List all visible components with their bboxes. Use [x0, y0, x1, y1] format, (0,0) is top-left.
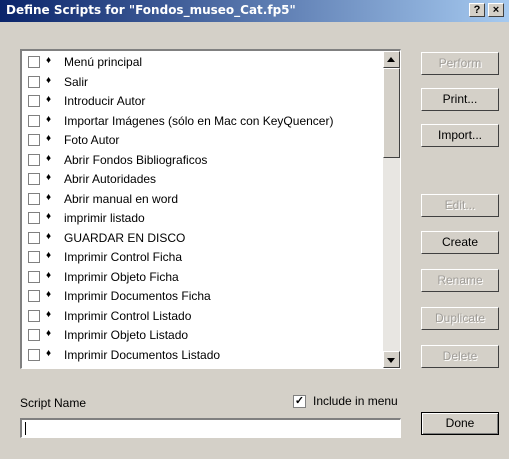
delete-button[interactable]: Delete: [421, 345, 499, 368]
script-row-label: Imprimir Objeto Ficha: [64, 269, 179, 284]
script-row[interactable]: ♦ Abrir Autoridades: [22, 170, 380, 190]
close-button[interactable]: ×: [488, 3, 504, 17]
script-row[interactable]: ♦ Abrir manual en word: [22, 190, 380, 210]
script-row-checkbox[interactable]: [28, 329, 40, 341]
script-row-checkbox[interactable]: [28, 56, 40, 68]
scroll-down-arrow-icon: [387, 358, 395, 363]
scroll-thumb[interactable]: [383, 68, 400, 158]
reorder-handle-icon[interactable]: ♦: [46, 153, 51, 164]
reorder-handle-icon[interactable]: ♦: [46, 250, 51, 261]
scroll-up-button[interactable]: [383, 51, 400, 68]
script-row[interactable]: ♦ Imprimir Objeto Listado: [22, 326, 380, 346]
reorder-handle-icon[interactable]: ♦: [46, 211, 51, 222]
define-scripts-dialog: Define Scripts for "Fondos_museo_Cat.fp5…: [0, 0, 509, 459]
reorder-handle-icon[interactable]: ♦: [46, 55, 51, 66]
script-row-checkbox[interactable]: [28, 309, 40, 322]
script-row-label: Salir: [64, 74, 89, 89]
script-row-label: Abrir Autoridades: [64, 172, 157, 186]
script-row-label: Foto Autor: [64, 133, 120, 147]
script-row-label: imprimir listado: [64, 211, 145, 225]
reorder-handle-icon[interactable]: ♦: [46, 192, 51, 203]
script-row[interactable]: ♦ Menú principal: [22, 53, 380, 73]
create-button[interactable]: Create: [421, 231, 499, 254]
window-title: Define Scripts for "Fondos_museo_Cat.fp5…: [6, 3, 296, 17]
script-row-label: Abrir manual en word: [64, 191, 179, 206]
script-row-label: Imprimir Objeto Listado: [64, 328, 189, 342]
script-row[interactable]: ♦ imprimir listado: [22, 209, 380, 229]
title-bar: Define Scripts for "Fondos_museo_Cat.fp5…: [0, 0, 509, 22]
script-row-label: Imprimir Control Ficha: [64, 250, 183, 264]
script-row-checkbox[interactable]: [28, 95, 40, 107]
include-in-menu-label: Include in menu: [313, 394, 398, 408]
reorder-handle-icon[interactable]: ♦: [46, 114, 51, 125]
script-row-label: Menú principal: [64, 55, 143, 69]
script-row[interactable]: ♦ Imprimir Documentos Listado: [22, 346, 380, 366]
script-row[interactable]: ♦ Salir: [22, 73, 380, 93]
print-button[interactable]: Print...: [421, 88, 499, 111]
perform-button[interactable]: Perform: [421, 52, 499, 75]
script-name-label: Script Name: [20, 396, 87, 410]
script-row-checkbox[interactable]: [28, 75, 40, 88]
script-row[interactable]: ♦ Abrir Fondos Bibliograficos: [22, 151, 380, 171]
script-row[interactable]: ♦ Imprimir Documentos Ficha: [22, 287, 380, 307]
script-row-checkbox[interactable]: [28, 173, 40, 185]
script-row-label: GUARDAR EN DISCO: [64, 230, 186, 245]
script-row-checkbox[interactable]: [28, 153, 40, 166]
edit-button[interactable]: Edit...: [421, 194, 499, 217]
done-button[interactable]: Done: [421, 412, 499, 435]
script-row[interactable]: ♦ Foto Autor: [22, 131, 380, 151]
script-row-label: Imprimir Documentos Listado: [64, 347, 221, 362]
script-row-label: Importar Imágenes (sólo en Mac con KeyQu…: [64, 113, 334, 128]
script-row[interactable]: ♦ Imprimir Objeto Ficha: [22, 268, 380, 288]
script-row-label: Abrir Fondos Bibliograficos: [64, 152, 208, 167]
script-row[interactable]: ♦ Introducir Autor: [22, 92, 380, 112]
script-row-label: Introducir Autor: [64, 94, 146, 108]
reorder-handle-icon[interactable]: ♦: [46, 289, 51, 300]
import-button[interactable]: Import...: [421, 124, 499, 147]
reorder-handle-icon[interactable]: ♦: [46, 75, 51, 86]
vertical-scrollbar[interactable]: [383, 51, 400, 368]
script-row-checkbox[interactable]: [28, 212, 40, 224]
script-row-checkbox[interactable]: [28, 231, 40, 244]
script-row[interactable]: ♦ Imprimir Control Ficha: [22, 248, 380, 268]
scroll-down-button[interactable]: [383, 351, 400, 368]
script-name-input[interactable]: [20, 418, 401, 438]
script-row-checkbox[interactable]: [28, 348, 40, 361]
script-row-checkbox[interactable]: [28, 270, 40, 283]
reorder-handle-icon[interactable]: ♦: [46, 270, 51, 281]
script-row-checkbox[interactable]: [28, 290, 40, 302]
scroll-up-arrow-icon: [387, 57, 395, 62]
script-row[interactable]: ♦ Importar Imágenes (sólo en Mac con KeyQ…: [22, 112, 380, 132]
reorder-handle-icon[interactable]: ♦: [46, 328, 51, 339]
script-list-items: ♦ Menú principal ♦ Salir ♦ Introducir Autor ♦ I…: [22, 53, 380, 365]
reorder-handle-icon[interactable]: ♦: [46, 309, 51, 320]
text-caret: [25, 422, 26, 435]
rename-button[interactable]: Rename: [421, 269, 499, 292]
script-row-checkbox[interactable]: [28, 251, 40, 263]
script-row[interactable]: ♦ GUARDAR EN DISCO: [22, 229, 380, 249]
script-row-checkbox[interactable]: [28, 134, 40, 146]
script-row-checkbox[interactable]: [28, 114, 40, 127]
reorder-handle-icon[interactable]: ♦: [46, 133, 51, 144]
include-in-menu-checkbox[interactable]: ✓: [293, 395, 306, 408]
duplicate-button[interactable]: Duplicate: [421, 307, 499, 330]
reorder-handle-icon[interactable]: ♦: [46, 172, 51, 183]
script-row[interactable]: ♦ Imprimir Control Listado: [22, 307, 380, 327]
script-list[interactable]: ♦ Menú principal ♦ Salir ♦ Introducir Autor ♦ I…: [20, 49, 401, 369]
script-row-label: Imprimir Documentos Ficha: [64, 289, 211, 303]
script-row-checkbox[interactable]: [28, 192, 40, 205]
reorder-handle-icon[interactable]: ♦: [46, 231, 51, 242]
help-button[interactable]: ?: [469, 3, 485, 17]
reorder-handle-icon[interactable]: ♦: [46, 348, 51, 359]
reorder-handle-icon[interactable]: ♦: [46, 94, 51, 105]
script-row-label: Imprimir Control Listado: [64, 308, 192, 323]
